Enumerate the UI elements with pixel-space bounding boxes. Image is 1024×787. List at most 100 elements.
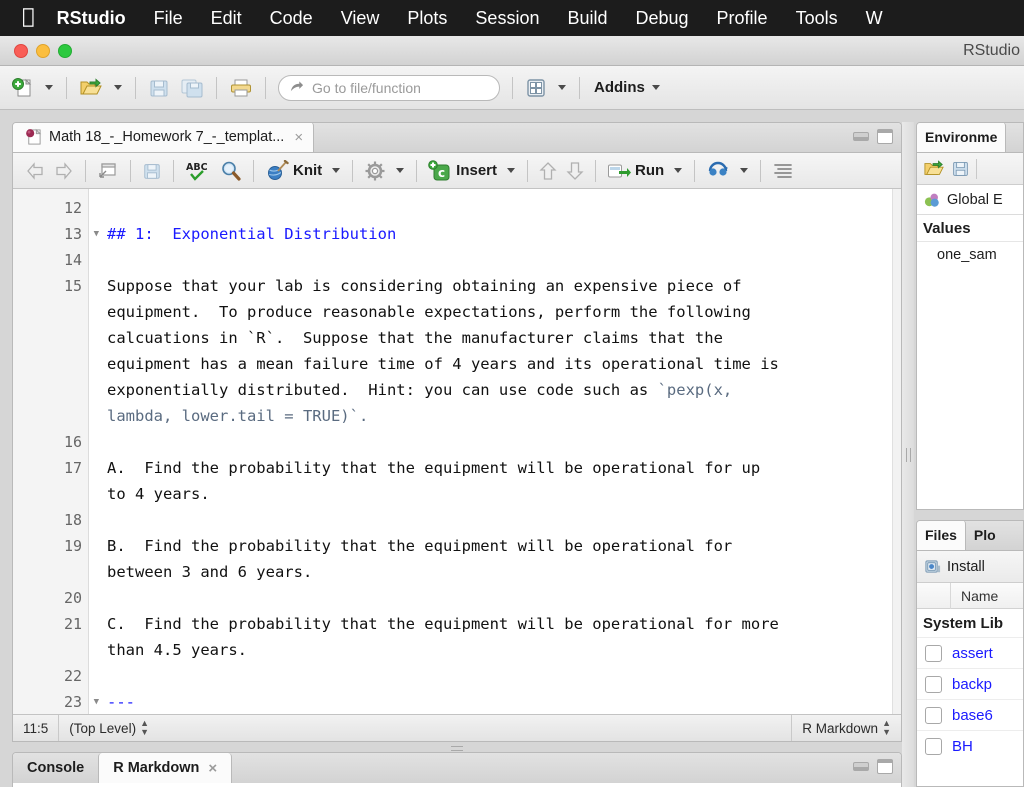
new-file-dropdown-icon[interactable] [45, 85, 53, 90]
code-line[interactable]: lambda, lower.tail = TRUE)`. [107, 403, 901, 429]
fold-toggle-icon[interactable]: ▼ [87, 221, 99, 247]
code-line[interactable]: C. Find the probability that the equipme… [107, 611, 901, 637]
code-line[interactable]: than 4.5 years. [107, 637, 901, 663]
menu-view[interactable]: View [327, 0, 394, 36]
minimize-pane-icon[interactable] [853, 132, 869, 141]
previous-chunk-button[interactable] [535, 157, 561, 185]
spellcheck-button[interactable]: ABC [181, 157, 215, 185]
code-line[interactable]: to 4 years. [107, 481, 901, 507]
run-button[interactable]: Run [603, 157, 668, 185]
back-button[interactable] [21, 157, 49, 185]
addins-button[interactable]: Addins [588, 79, 645, 96]
package-row[interactable]: BH [917, 730, 1023, 761]
rerun-button[interactable] [702, 157, 734, 185]
code-content[interactable]: ## 1: Exponential Distribution Suppose th… [89, 189, 901, 714]
close-window-button[interactable] [14, 43, 28, 58]
package-row[interactable]: assert [917, 637, 1023, 668]
document-settings-dropdown-icon[interactable] [396, 168, 405, 173]
load-workspace-button[interactable] [923, 159, 945, 179]
code-line[interactable] [107, 663, 901, 689]
code-line[interactable]: calcuations in `R`. Suppose that the man… [107, 325, 901, 351]
package-name[interactable]: backp [952, 676, 992, 693]
package-name[interactable]: base6 [952, 707, 993, 724]
code-line[interactable]: equipment has a mean failure time of 4 y… [107, 351, 901, 377]
pane-layout-button[interactable] [521, 73, 551, 103]
rerun-dropdown-icon[interactable] [740, 168, 749, 173]
editor-scrollbar[interactable] [892, 189, 901, 714]
tab-console[interactable]: Console [13, 753, 98, 783]
goto-file-function-input[interactable]: Go to file/function [278, 74, 500, 101]
insert-dropdown-icon[interactable] [507, 168, 516, 173]
next-chunk-button[interactable] [562, 157, 588, 185]
insert-chunk-button[interactable]: c Insert [424, 157, 501, 185]
fold-toggle-icon[interactable]: ▼ [87, 689, 99, 714]
code-line[interactable]: Suppose that your lab is considering obt… [107, 273, 901, 299]
code-line[interactable] [107, 585, 901, 611]
code-line[interactable]: equipment. To produce reasonable expecta… [107, 299, 901, 325]
package-row[interactable]: base6 [917, 699, 1023, 730]
code-line[interactable] [107, 247, 901, 273]
code-line[interactable]: B. Find the probability that the equipme… [107, 533, 901, 559]
new-file-button[interactable] [8, 73, 38, 103]
package-checkbox[interactable] [925, 706, 942, 724]
addins-dropdown-icon[interactable] [651, 85, 660, 90]
forward-button[interactable] [50, 157, 78, 185]
maximize-pane-icon[interactable] [877, 129, 893, 144]
pane-layout-dropdown-icon[interactable] [558, 85, 566, 90]
menu-tools[interactable]: Tools [782, 0, 852, 36]
run-dropdown-icon[interactable] [674, 168, 683, 173]
scope-selector[interactable]: (Top Level) ▲ ▼ [59, 715, 159, 742]
maximize-console-icon[interactable] [877, 759, 893, 774]
minimize-console-icon[interactable] [853, 762, 869, 771]
source-tab[interactable]: Math 18_-_Homework 7_-_templat... × [13, 123, 315, 152]
tab-plots[interactable]: Plo [966, 521, 1004, 550]
find-replace-button[interactable] [216, 157, 246, 185]
save-document-button[interactable] [138, 157, 166, 185]
save-button[interactable] [144, 73, 174, 103]
menu-profile[interactable]: Profile [703, 0, 782, 36]
scope-stepper-icon[interactable]: ▲ ▼ [140, 719, 149, 737]
tab-environment[interactable]: Environme [917, 123, 1007, 152]
tab-r-markdown[interactable]: R Markdown × [98, 753, 233, 783]
minimize-window-button[interactable] [36, 43, 50, 58]
package-checkbox[interactable] [925, 737, 942, 755]
document-outline-button[interactable] [768, 157, 798, 185]
global-environment-selector[interactable]: Global E [917, 185, 1023, 215]
code-line[interactable] [107, 195, 901, 221]
tab-r-markdown-close-icon[interactable]: × [205, 760, 217, 777]
save-all-button[interactable] [176, 73, 208, 103]
menu-code[interactable]: Code [256, 0, 327, 36]
vertical-splitter[interactable] [902, 122, 914, 787]
maximize-window-button[interactable] [58, 43, 72, 58]
code-line[interactable] [107, 507, 901, 533]
package-checkbox[interactable] [925, 675, 942, 693]
code-line[interactable]: --- [107, 689, 901, 714]
package-name[interactable]: assert [952, 645, 993, 662]
save-workspace-button[interactable] [951, 159, 970, 178]
menu-session[interactable]: Session [461, 0, 553, 36]
menu-plots[interactable]: Plots [393, 0, 461, 36]
knit-dropdown-icon[interactable] [332, 168, 341, 173]
menu-build[interactable]: Build [553, 0, 621, 36]
menu-edit[interactable]: Edit [197, 0, 256, 36]
code-line[interactable]: exponentially distributed. Hint: you can… [107, 377, 901, 403]
apple-logo-icon[interactable]:  [10, 6, 51, 30]
knit-button[interactable]: Knit [261, 157, 326, 185]
install-packages-button[interactable]: Install [923, 558, 985, 576]
code-line[interactable]: A. Find the probability that the equipme… [107, 455, 901, 481]
print-button[interactable] [225, 73, 257, 103]
package-row[interactable]: backp [917, 668, 1023, 699]
show-in-new-window-button[interactable] [93, 157, 123, 185]
menu-window[interactable]: W [852, 0, 897, 36]
code-line[interactable] [107, 429, 901, 455]
package-name[interactable]: BH [952, 738, 973, 755]
tab-files[interactable]: Files [917, 521, 966, 550]
code-editor[interactable]: 12 13 ▼ 14 15 16 17 18 19 20 21 22 23 ▼ ## 1: Exponen… [13, 189, 901, 714]
menu-debug[interactable]: Debug [622, 0, 703, 36]
file-type-selector[interactable]: R Markdown ▲ ▼ [792, 715, 901, 742]
name-column-header[interactable]: Name [951, 588, 998, 604]
document-settings-button[interactable] [360, 157, 390, 185]
source-tab-close-icon[interactable]: × [291, 129, 303, 146]
open-file-button[interactable] [75, 73, 107, 103]
code-line[interactable]: ## 1: Exponential Distribution [107, 221, 901, 247]
